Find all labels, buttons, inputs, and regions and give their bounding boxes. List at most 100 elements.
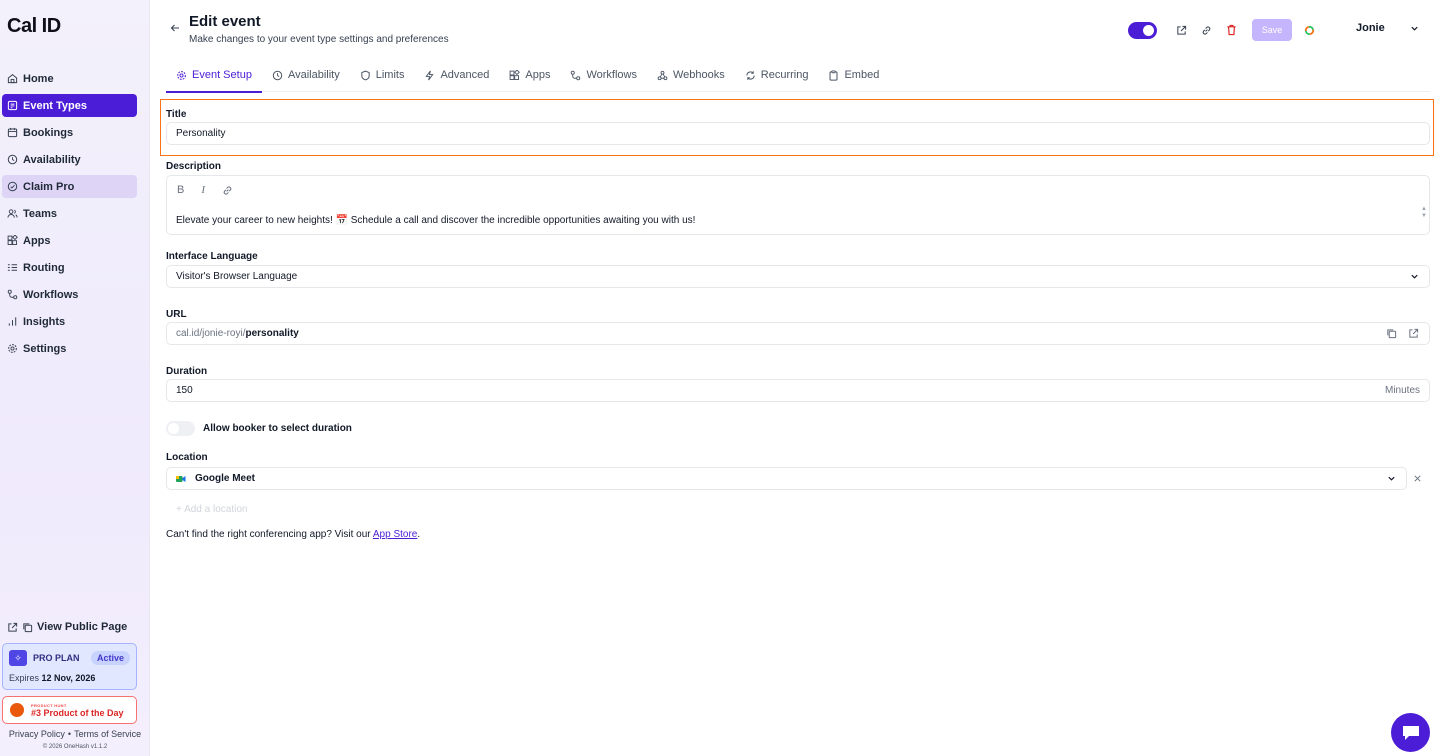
tab-event-setup[interactable]: Event Setup bbox=[166, 58, 262, 93]
shield-icon bbox=[360, 70, 371, 81]
view-public-page-link[interactable]: View Public Page bbox=[7, 621, 127, 633]
sidebar-nav: Home Event Types Bookings Availability C… bbox=[2, 67, 137, 364]
plan-expiry-prefix: Expires bbox=[9, 673, 40, 683]
sidebar-item-label: Availability bbox=[23, 153, 81, 166]
link-icon[interactable] bbox=[1199, 23, 1213, 37]
sidebar-item-label: Bookings bbox=[23, 126, 74, 139]
bolt-icon bbox=[424, 70, 435, 81]
sidebar-item-label: Routing bbox=[23, 261, 65, 274]
plan-status-badge: Active bbox=[90, 651, 130, 665]
url-slug: personality bbox=[245, 328, 299, 339]
sidebar: Cal ID Home Event Types Bookings Availab… bbox=[0, 0, 150, 756]
medal-icon bbox=[10, 703, 24, 717]
sidebar-item-settings[interactable]: Settings bbox=[2, 337, 137, 360]
sidebar-item-label: Apps bbox=[23, 234, 51, 247]
product-hunt-badge[interactable]: PRODUCT HUNT #3 Product of the Day bbox=[2, 696, 137, 724]
tab-advanced[interactable]: Advanced bbox=[414, 58, 499, 92]
sidebar-item-insights[interactable]: Insights bbox=[2, 310, 137, 333]
color-wheel-icon[interactable] bbox=[1302, 23, 1316, 37]
webhook-icon bbox=[657, 70, 668, 81]
app-store-link[interactable]: App Store bbox=[373, 529, 417, 540]
external-link-icon[interactable] bbox=[1174, 23, 1188, 37]
duration-suffix: Minutes bbox=[1384, 385, 1420, 396]
sidebar-item-bookings[interactable]: Bookings bbox=[2, 121, 137, 144]
chat-support-button[interactable] bbox=[1391, 713, 1430, 752]
sidebar-item-event-types[interactable]: Event Types bbox=[2, 94, 137, 117]
tab-webhooks[interactable]: Webhooks bbox=[647, 58, 735, 92]
title-input[interactable]: Personality bbox=[166, 122, 1430, 145]
tab-apps[interactable]: Apps bbox=[499, 58, 560, 92]
sidebar-item-home[interactable]: Home bbox=[2, 67, 137, 90]
back-arrow-icon[interactable] bbox=[170, 23, 180, 33]
italic-icon[interactable]: I bbox=[201, 184, 205, 196]
product-hunt-rank: #3 Product of the Day bbox=[31, 707, 124, 718]
clock-icon bbox=[7, 154, 18, 165]
tab-recurring[interactable]: Recurring bbox=[735, 58, 819, 92]
sidebar-item-claim-pro[interactable]: Claim Pro bbox=[2, 175, 137, 198]
sidebar-item-label: Claim Pro bbox=[23, 180, 75, 193]
privacy-policy-link[interactable]: Privacy Policy bbox=[9, 729, 65, 739]
sidebar-item-apps[interactable]: Apps bbox=[2, 229, 137, 252]
description-label: Description bbox=[166, 161, 222, 172]
tab-workflows[interactable]: Workflows bbox=[560, 58, 647, 92]
routing-icon bbox=[7, 262, 18, 273]
event-enabled-toggle[interactable] bbox=[1128, 21, 1157, 39]
resize-handle[interactable]: ▲ ▼ bbox=[1421, 206, 1427, 232]
location-select[interactable]: Google Meet bbox=[166, 467, 1407, 490]
trash-icon[interactable] bbox=[1224, 23, 1238, 37]
home-icon bbox=[7, 73, 18, 84]
tab-label: Availability bbox=[287, 69, 340, 81]
user-menu[interactable]: Jonie bbox=[1356, 22, 1419, 34]
workflow-icon bbox=[7, 289, 18, 300]
tab-embed[interactable]: Embed bbox=[818, 58, 889, 92]
description-editor[interactable]: B I Elevate your career to new heights! … bbox=[166, 175, 1430, 235]
copyright: © 2026 OneHash v1.1.2 bbox=[42, 744, 108, 750]
tab-limits[interactable]: Limits bbox=[350, 58, 415, 92]
language-select[interactable]: Visitor's Browser Language bbox=[166, 265, 1430, 288]
bold-icon[interactable]: B bbox=[177, 184, 184, 196]
external-link-icon[interactable] bbox=[1408, 328, 1419, 339]
sidebar-item-availability[interactable]: Availability bbox=[2, 148, 137, 171]
app-logo[interactable]: Cal ID bbox=[7, 15, 61, 38]
apps-icon bbox=[7, 235, 18, 246]
description-text: Elevate your career to new heights! 📅 Sc… bbox=[176, 215, 696, 226]
calendar-icon bbox=[7, 127, 18, 138]
page-title: Edit event bbox=[189, 13, 261, 30]
save-button[interactable]: Save bbox=[1252, 19, 1292, 41]
conferencing-help: Can't find the right conferencing app? V… bbox=[166, 529, 420, 540]
title-value: Personality bbox=[176, 128, 226, 139]
remove-location-icon[interactable] bbox=[1413, 474, 1422, 483]
add-location-button[interactable]: + Add a location bbox=[176, 504, 247, 515]
chevron-down-icon bbox=[1410, 24, 1419, 33]
sparkle-icon: ✧ bbox=[9, 650, 27, 666]
pro-plan-card[interactable]: ✧ PRO PLAN Active Expires 12 Nov, 2026 bbox=[2, 643, 137, 690]
workflow-icon bbox=[570, 70, 581, 81]
sidebar-item-teams[interactable]: Teams bbox=[2, 202, 137, 225]
tab-availability[interactable]: Availability bbox=[262, 58, 350, 92]
sidebar-item-label: Settings bbox=[23, 342, 67, 355]
sidebar-item-label: Event Types bbox=[23, 99, 87, 112]
apps-icon bbox=[509, 69, 521, 81]
page-subtitle: Make changes to your event type settings… bbox=[189, 34, 449, 45]
duration-input[interactable]: 150 Minutes bbox=[166, 379, 1430, 402]
chevron-down-icon bbox=[1387, 474, 1396, 483]
allow-duration-label: Allow booker to select duration bbox=[203, 423, 352, 434]
link-icon[interactable] bbox=[222, 185, 233, 196]
tab-label: Webhooks bbox=[673, 69, 725, 81]
copy-icon[interactable] bbox=[1386, 328, 1397, 339]
location-value: Google Meet bbox=[195, 473, 256, 484]
gear-icon bbox=[7, 343, 18, 354]
allow-duration-toggle[interactable] bbox=[166, 421, 195, 436]
sidebar-item-workflows[interactable]: Workflows bbox=[2, 283, 137, 306]
title-label: Title bbox=[166, 109, 187, 120]
duration-label: Duration bbox=[166, 366, 208, 377]
event-tabs: Event Setup Availability Limits Advanced… bbox=[166, 58, 1430, 93]
sidebar-item-label: Home bbox=[23, 72, 54, 85]
sidebar-item-routing[interactable]: Routing bbox=[2, 256, 137, 279]
terms-of-service-link[interactable]: Terms of Service bbox=[74, 729, 141, 739]
tab-label: Embed bbox=[844, 69, 880, 81]
claim-icon bbox=[7, 181, 18, 192]
language-label: Interface Language bbox=[166, 251, 258, 262]
url-input[interactable]: cal.id/jonie-royi/personality bbox=[166, 322, 1430, 345]
sidebar-item-label: Teams bbox=[23, 207, 58, 220]
